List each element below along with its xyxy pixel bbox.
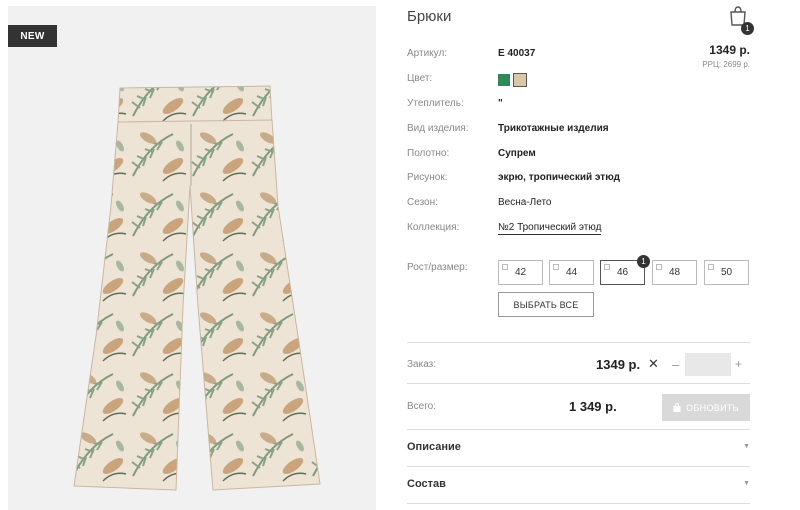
sizes-label: Рост/размер: [407,262,468,273]
checkbox-icon [656,264,662,270]
size-value: 48 [668,267,681,278]
collection-link[interactable]: №2 Тропический этюд [498,222,602,235]
product-rrp: РРЦ: 2699 р. [702,60,750,69]
product-title: Брюки [407,8,452,25]
product-info: Брюки 1 Артикул: Е 40037 1349 р. РРЦ: 26… [407,0,754,510]
size-option[interactable]: 48 [652,260,697,285]
checkbox-icon [604,264,610,270]
pattern-label: Рисунок: [407,172,448,183]
insulation-value: " [498,98,503,109]
quantity-input[interactable] [685,353,731,376]
total-label: Всего: [407,401,436,412]
pants-illustration [8,6,376,510]
cart-count-badge: 1 [741,22,754,35]
size-option-selected[interactable]: 46 1 [600,255,650,285]
new-badge: NEW [8,25,57,47]
collection-label: Коллекция: [407,222,460,233]
size-value: 42 [514,267,527,278]
size-option[interactable]: 50 [704,260,749,285]
accordion-title: Состав [407,478,446,490]
order-label: Заказ: [407,359,437,370]
divider [407,503,750,504]
product-price: 1349 р. [709,43,750,57]
type-value: Трикотажные изделия [498,123,609,134]
size-value: 46 [616,267,629,278]
accordion-title: Описание [407,441,461,453]
fabric-value: Супрем [498,148,536,159]
divider [407,383,750,384]
article-label: Артикул: [407,48,448,59]
select-all-button[interactable]: ВЫБРАТЬ ВСЕ [498,292,594,317]
qty-increment-button[interactable]: + [735,357,742,371]
accordion-composition[interactable]: Состав ▼ [407,478,750,498]
color-swatch-green[interactable] [498,74,510,86]
bag-icon [673,403,681,412]
checkbox-icon [502,264,508,270]
remove-icon[interactable]: ✕ [648,356,659,372]
cart-button[interactable]: 1 [728,5,754,35]
order-price: 1349 р. [596,357,641,372]
accordion-description[interactable]: Описание ▼ [407,441,750,461]
update-label: ОБНОВИТЬ [686,402,739,413]
article-value: Е 40037 [498,48,536,59]
product-image[interactable]: NEW [8,6,376,510]
fabric-label: Полотно: [407,148,450,159]
caret-down-icon: ▼ [743,480,750,487]
color-label: Цвет: [407,73,433,84]
size-value: 44 [565,267,578,278]
update-button[interactable]: ОБНОВИТЬ [662,394,750,421]
pattern-value: экрю, тропический этюд [498,172,620,183]
type-label: Вид изделия: [407,123,469,134]
divider [407,466,750,467]
total-price: 1 349 р. [569,399,617,414]
insulation-label: Утеплитель: [407,98,464,109]
season-label: Сезон: [407,197,438,208]
qty-decrement-button[interactable]: – [672,357,679,372]
divider [407,429,750,430]
checkbox-icon [708,264,714,270]
checkbox-icon [553,264,559,270]
size-option[interactable]: 44 [549,260,594,285]
color-swatch-beige[interactable] [513,73,527,87]
size-count-badge: 1 [637,255,650,268]
season-value: Весна-Лето [498,197,552,208]
size-value: 50 [720,267,733,278]
divider [407,342,750,343]
caret-down-icon: ▼ [743,443,750,450]
size-option[interactable]: 42 [498,260,543,285]
